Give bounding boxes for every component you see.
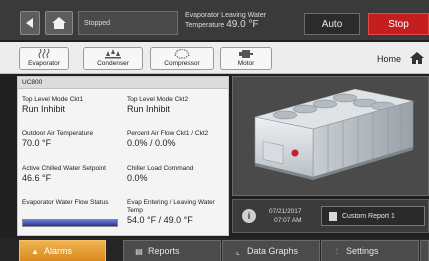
cell-chilled-water-setpoint: Active Chilled Water Setpoint 46.6 °F	[22, 165, 108, 184]
cell-value: 0.0% / 0.0%	[127, 138, 176, 148]
stop-button[interactable]: Stop	[368, 13, 429, 35]
cell-label: Percent Air Flow Ckt1 / Ckt2	[127, 130, 209, 137]
nav-alarms[interactable]: ▲ Alarms	[19, 240, 106, 261]
graph-icon: ⌞	[236, 247, 240, 256]
tab-motor-label: Motor	[237, 60, 255, 67]
nav-alarms-label: Alarms	[44, 246, 73, 256]
cell-chiller-load-command: Chiller Load Command 0.0%	[127, 165, 227, 184]
tab-condenser-label: Condenser	[97, 60, 129, 67]
alarm-icon: ▲	[31, 247, 39, 256]
nav-reports-label: Reports	[148, 246, 180, 256]
cell-top-level-mode-ckt2: Top Level Mode Ckt2 Run Inhibit	[127, 96, 227, 115]
chiller-image-panel	[232, 76, 429, 196]
evaporator-icon	[20, 48, 68, 59]
tab-evaporator[interactable]: Evaporator	[19, 47, 69, 70]
tab-compressor[interactable]: Compressor	[150, 47, 214, 70]
nav-settings-label: Settings	[346, 246, 379, 256]
datetime-display: 07/21/2017 07:07 AM	[269, 207, 302, 225]
cell-outdoor-air-temp: Outdoor Air Temperature 70.0 °F	[22, 130, 124, 149]
chiller-unit-image	[254, 88, 414, 180]
home-button[interactable]	[45, 11, 73, 35]
evap-temp-value: 49.0 °F	[226, 19, 259, 30]
cell-label: Evaporator Water Flow Status	[22, 199, 109, 206]
cell-value: 70.0 °F	[22, 138, 52, 148]
cell-label: Chiller Load Command	[127, 165, 194, 172]
back-button[interactable]	[20, 11, 40, 35]
condenser-icon	[84, 49, 142, 59]
back-arrow-icon	[26, 18, 33, 28]
cell-value: 0.0%	[127, 173, 148, 183]
home-link[interactable]: Home	[377, 54, 401, 64]
reports-icon: ▤	[135, 247, 143, 256]
cell-value: Run Inhibit	[22, 104, 66, 114]
flow-status-fill	[23, 220, 117, 226]
tab-condenser[interactable]: Condenser	[83, 47, 143, 70]
evap-leaving-temp: Evaporator Leaving Water Temperature 49.…	[185, 11, 266, 30]
cell-label: Active Chilled Water Setpoint	[22, 165, 106, 172]
cell-label: Outdoor Air Temperature	[22, 130, 94, 137]
report-icon	[329, 212, 337, 221]
info-bar: i 07/21/2017 07:07 AM Custom Report 1	[232, 199, 429, 233]
cell-value: 46.6 °F	[22, 173, 52, 183]
date-text: 07/21/2017	[269, 208, 302, 215]
cell-label: Top Level Mode Ckt2	[127, 96, 189, 103]
nav-data-graphs-label: Data Graphs	[247, 246, 299, 256]
uc800-panel: UC800 Top Level Mode Ckt1 Run Inhibit To…	[17, 76, 229, 236]
motor-icon	[221, 49, 271, 59]
nav-settings[interactable]: ⫶ Settings	[321, 240, 419, 261]
settings-icon: ⫶	[336, 247, 338, 256]
custom-report-button[interactable]: Custom Report 1	[321, 206, 425, 226]
info-icon[interactable]: i	[242, 209, 256, 223]
tab-motor[interactable]: Motor	[220, 47, 272, 70]
cell-percent-air-flow: Percent Air Flow Ckt1 / Ckt2 0.0% / 0.0%	[127, 130, 225, 149]
cell-evap-water-flow-status: Evaporator Water Flow Status	[22, 199, 122, 207]
custom-report-label: Custom Report 1	[342, 213, 395, 220]
tab-compressor-label: Compressor	[164, 60, 200, 67]
component-tabs: Evaporator Condenser Compressor Motor Ho…	[0, 42, 429, 74]
home-icon	[52, 17, 66, 29]
cell-label: Top Level Mode Ckt1	[22, 96, 84, 103]
panel-title: UC800	[18, 77, 228, 89]
bottom-nav: ▲ Alarms ▤ Reports ⌞ Data Graphs ⫶ Settings	[0, 238, 429, 261]
tab-evaporator-label: Evaporator	[28, 60, 60, 67]
cell-value: 54.0 °F / 49.0 °F	[127, 215, 193, 225]
nav-more[interactable]	[420, 240, 429, 261]
chiller-screen: Stopped Evaporator Leaving Water Tempera…	[0, 0, 429, 261]
compressor-icon	[151, 48, 213, 59]
home-nav-icon[interactable]	[410, 52, 424, 64]
cell-top-level-mode-ckt1: Top Level Mode Ckt1 Run Inhibit	[22, 96, 124, 115]
status-display: Stopped	[78, 11, 178, 35]
evap-temp-prefix: Temperature	[185, 22, 225, 29]
flow-status-bar	[22, 219, 118, 227]
nav-data-graphs[interactable]: ⌞ Data Graphs	[222, 240, 320, 261]
cell-evap-entering-leaving-temp: Evap Entering / Leaving Water Temp 54.0 …	[127, 199, 227, 226]
cell-label: Evap Entering / Leaving Water Temp	[127, 199, 215, 214]
top-bar: Stopped Evaporator Leaving Water Tempera…	[0, 0, 429, 40]
evap-temp-line: Temperature 49.0 °F	[185, 20, 266, 30]
time-text: 07:07 AM	[274, 217, 302, 224]
nav-reports[interactable]: ▤ Reports	[123, 240, 221, 261]
auto-button[interactable]: Auto	[304, 13, 360, 35]
cell-value: Run Inhibit	[127, 104, 171, 114]
